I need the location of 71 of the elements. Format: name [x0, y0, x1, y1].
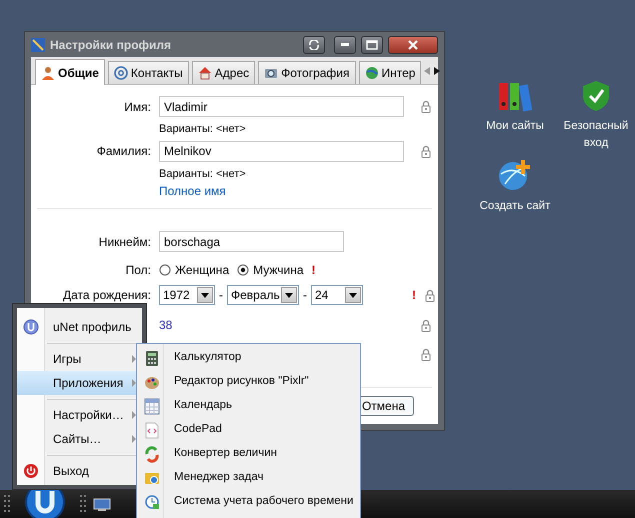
menu-item[interactable]: Система учета рабочего времени: [137, 490, 360, 514]
tab[interactable]: Контакты: [108, 61, 189, 84]
minimize-button[interactable]: [334, 36, 356, 54]
field-label: Имя:: [124, 100, 151, 114]
age-value: 38: [159, 317, 172, 334]
menu-item[interactable]: Калькулятор: [137, 346, 360, 370]
field-label: Фамилия:: [96, 144, 151, 158]
grip-icon: [80, 495, 88, 513]
desktop-icon-label[interactable]: Мои сайты: [486, 118, 544, 136]
minimize-icon: [341, 43, 349, 46]
dropdown[interactable]: 1972: [159, 285, 215, 305]
submenu-arrow-icon: [132, 379, 136, 387]
caret-icon: [285, 292, 293, 298]
date-separator: -: [219, 287, 223, 304]
field-label: Дата рождения:: [63, 288, 151, 302]
radio-icon[interactable]: [159, 264, 171, 276]
caret-icon: [349, 292, 357, 298]
scroll-right-icon: [434, 66, 440, 74]
camera-icon: [264, 66, 278, 80]
close-icon: [408, 40, 418, 50]
power-icon: [23, 463, 39, 479]
monitor-icon[interactable]: [93, 498, 111, 512]
grip-icon: [4, 495, 12, 513]
refresh-icon: [309, 40, 319, 50]
tab[interactable]: Фотография: [258, 61, 356, 84]
dropdown[interactable]: 24: [311, 285, 363, 305]
refresh-button[interactable]: [303, 36, 325, 54]
radio-selected-icon[interactable]: [237, 264, 250, 276]
desktop-icon-label[interactable]: Безопасный вход: [556, 118, 635, 152]
clock-icon: [144, 494, 160, 510]
maximize-button[interactable]: [361, 36, 383, 54]
date-separator: -: [303, 287, 307, 304]
code-file-icon: [144, 422, 160, 438]
field-label: Пол:: [126, 263, 151, 277]
close-button[interactable]: [388, 36, 438, 54]
app-icon: [31, 38, 45, 52]
tab[interactable]: Адрес: [192, 61, 256, 84]
tab[interactable]: Общие: [35, 59, 105, 85]
radio-label[interactable]: Мужчина: [253, 261, 304, 279]
binders-icon: [497, 80, 533, 112]
radio-label[interactable]: Женщина: [175, 261, 230, 279]
shield-check-icon: [582, 80, 610, 112]
caret-icon: [201, 292, 209, 298]
tab[interactable]: Интер: [358, 61, 422, 84]
submenu-arrow-icon: [132, 435, 136, 443]
text-input[interactable]: Vladimir: [159, 96, 404, 117]
text-input[interactable]: Melnikov: [159, 140, 404, 162]
required-mark: !: [412, 288, 416, 302]
required-mark: !: [312, 262, 316, 279]
menu-item[interactable]: uNet профиль: [17, 315, 142, 339]
desktop-icon-label[interactable]: Создать сайт: [480, 198, 550, 216]
submenu-arrow-icon: [132, 355, 136, 363]
person-icon: [41, 66, 55, 80]
menu-item[interactable]: CodePad: [137, 418, 360, 442]
maximize-icon: [366, 40, 378, 50]
variants-note: Варианты: <нет>: [159, 166, 247, 182]
text-input[interactable]: borschaga: [159, 231, 344, 252]
profile-icon: [23, 319, 39, 335]
variants-note: Варианты: <нет>: [159, 122, 247, 137]
submenu-arrow-icon: [132, 411, 136, 419]
globe-icon: [364, 66, 378, 80]
dropdown[interactable]: Февраль: [227, 285, 299, 305]
scroll-left-icon: [424, 66, 430, 74]
calendar-icon: [144, 398, 160, 414]
calculator-icon: [144, 350, 160, 366]
field-label: Никнейм:: [98, 234, 151, 248]
converter-icon: [144, 446, 160, 462]
globe-plus-icon: [497, 158, 533, 192]
house-icon: [198, 66, 212, 80]
window-title: Настройки профиля: [50, 36, 172, 54]
full-name-link[interactable]: Полное имя: [159, 182, 226, 200]
